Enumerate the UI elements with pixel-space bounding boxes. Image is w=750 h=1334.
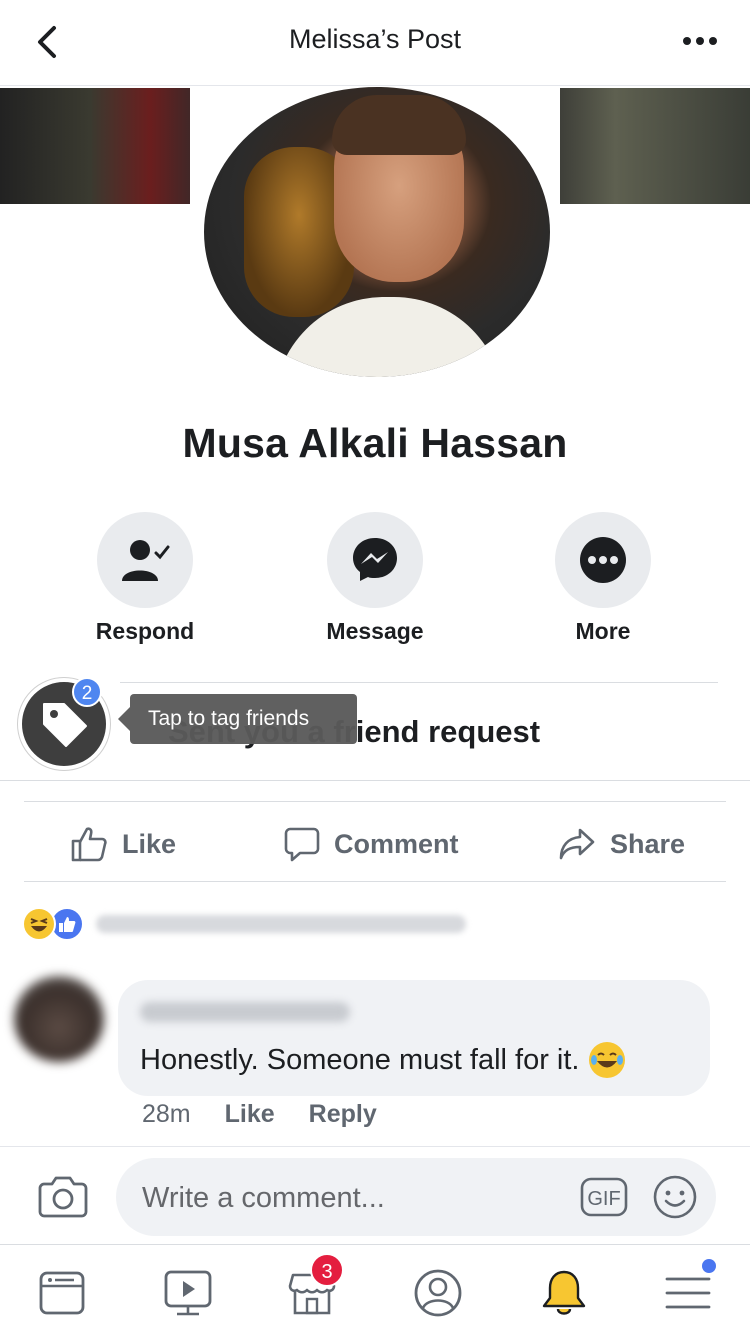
more-dots-icon <box>683 37 717 45</box>
more-dots-icon <box>580 537 626 583</box>
camera-button[interactable] <box>38 1174 88 1223</box>
comment-icon <box>284 827 320 862</box>
tab-profile[interactable] <box>408 1267 468 1319</box>
comment-like-button[interactable]: Like <box>225 1100 275 1129</box>
photo-hair-detail <box>332 95 466 155</box>
tab-news-feed[interactable] <box>32 1267 92 1319</box>
thumbs-up-icon <box>71 827 107 862</box>
comment-author-blurred <box>140 1002 350 1022</box>
reactors-names-blurred <box>96 915 466 933</box>
top-navigation-bar: Melissa’s Post <box>0 0 750 86</box>
bottom-tab-bar: 3 <box>0 1244 750 1334</box>
tag-friends-tooltip[interactable]: Tap to tag friends <box>118 694 357 744</box>
like-label: Like <box>122 828 177 859</box>
like-button[interactable]: Like <box>70 822 176 866</box>
divider <box>0 780 750 781</box>
tab-watch[interactable] <box>158 1267 218 1319</box>
person-check-icon <box>122 540 170 581</box>
marketplace-badge: 3 <box>310 1253 344 1287</box>
divider <box>120 682 718 683</box>
comment-composer: Write a comment... GIF <box>0 1146 750 1244</box>
message-label: Message <box>326 618 424 644</box>
profile-actions: Respond Message More <box>0 512 750 662</box>
gif-icon: GIF <box>580 1177 628 1217</box>
news-feed-icon <box>39 1271 85 1315</box>
respond-button[interactable]: Respond <box>70 512 220 645</box>
more-icon-circle <box>555 512 651 608</box>
profile-icon <box>414 1269 462 1317</box>
gif-button[interactable]: GIF <box>580 1177 628 1222</box>
emoji-button[interactable] <box>652 1174 698 1225</box>
menu-notification-dot <box>702 1259 716 1273</box>
comment-bubble[interactable]: Honestly. Someone must fall for it. <box>118 980 710 1096</box>
smiley-icon <box>653 1175 697 1219</box>
page-title: Melissa’s Post <box>288 24 462 54</box>
comment-input[interactable]: Write a comment... GIF <box>116 1158 716 1236</box>
respond-label: Respond <box>95 618 195 644</box>
haha-emoji-icon <box>22 907 56 941</box>
share-icon <box>559 828 595 860</box>
more-label: More <box>575 618 631 644</box>
comment-text-row: Honestly. Someone must fall for it. <box>140 1042 626 1078</box>
respond-icon-circle <box>97 512 193 608</box>
messenger-icon <box>353 538 397 581</box>
more-button[interactable]: More <box>528 512 678 645</box>
tab-notifications[interactable] <box>534 1267 594 1319</box>
gif-label: GIF <box>587 1188 620 1210</box>
comment-button[interactable]: Comment <box>284 822 459 866</box>
camera-icon <box>38 1176 88 1218</box>
tab-menu[interactable] <box>658 1259 718 1319</box>
share-label: Share <box>610 828 686 859</box>
post-action-bar: Like Comment Share <box>0 802 750 882</box>
reactions-summary[interactable] <box>22 904 466 944</box>
comment-text: Honestly. Someone must fall for it. <box>140 1043 580 1076</box>
comment-meta: 28m Like Reply <box>142 1100 377 1129</box>
laughing-tears-emoji-icon <box>589 1042 626 1078</box>
comment-reply-button[interactable]: Reply <box>309 1100 377 1129</box>
commenter-avatar[interactable] <box>14 976 104 1062</box>
divider <box>24 881 726 882</box>
comment-time: 28m <box>142 1100 191 1128</box>
tag-count-badge: 2 <box>72 677 102 707</box>
comment-label: Comment <box>334 828 459 859</box>
tab-marketplace[interactable]: 3 <box>282 1253 344 1319</box>
menu-icon <box>665 1277 711 1309</box>
message-button[interactable]: Message <box>300 512 450 645</box>
watch-icon <box>164 1270 212 1316</box>
share-button[interactable]: Share <box>558 822 685 866</box>
profile-name[interactable]: Musa Alkali Hassan <box>0 420 750 467</box>
message-icon-circle <box>327 512 423 608</box>
notifications-bell-icon <box>542 1270 586 1315</box>
profile-picture[interactable] <box>199 82 555 382</box>
comment-input-placeholder: Write a comment... <box>142 1182 385 1214</box>
more-options-button[interactable] <box>680 26 720 56</box>
